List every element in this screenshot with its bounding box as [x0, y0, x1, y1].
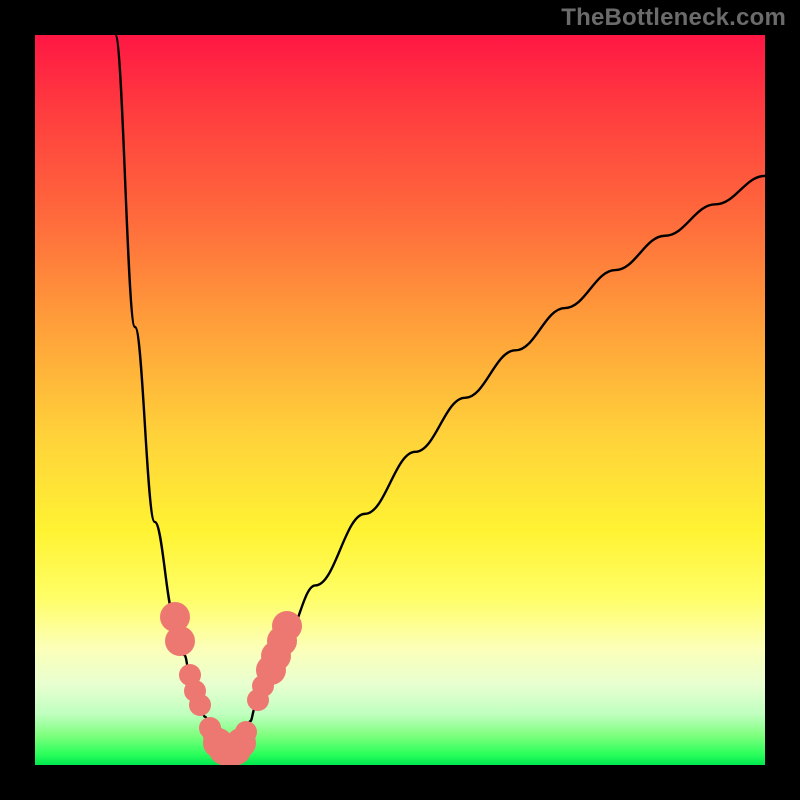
right-branch — [230, 176, 765, 753]
chart-outer-frame: TheBottleneck.com — [0, 0, 800, 800]
hotspot-marker — [235, 721, 257, 743]
plot-area — [35, 35, 765, 765]
watermark-text: TheBottleneck.com — [561, 4, 786, 32]
hotspot-marker — [272, 611, 302, 641]
bottleneck-curve — [35, 35, 765, 765]
hotspot-marker — [189, 694, 211, 716]
hotspot-marker — [165, 626, 195, 656]
curve-group — [115, 35, 765, 753]
